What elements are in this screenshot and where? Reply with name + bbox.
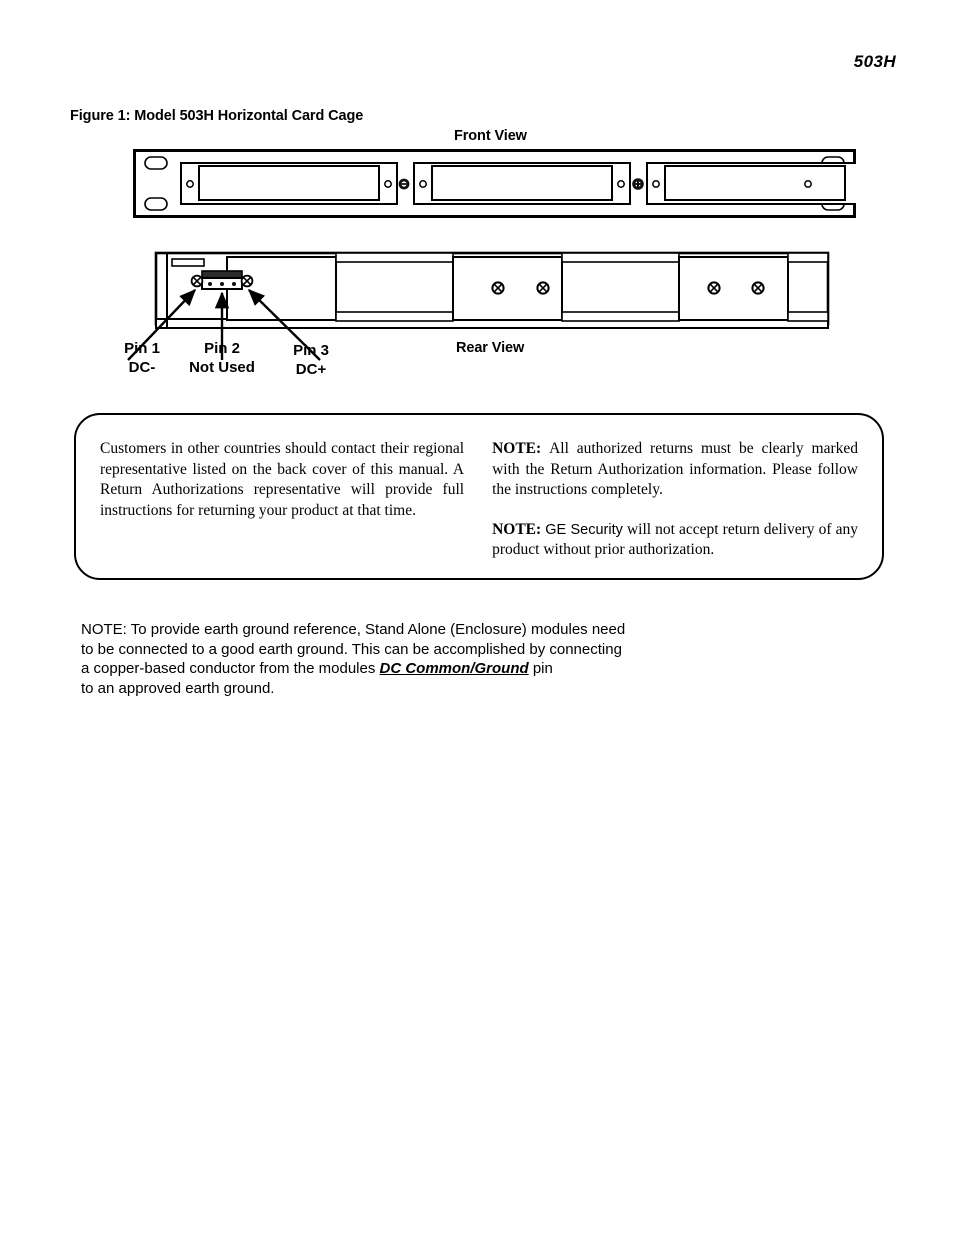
rear-id-label — [171, 258, 205, 267]
front-card-module-1 — [180, 162, 398, 205]
front-view-diagram — [133, 149, 856, 218]
callout-pin-2: Pin 2 Not Used — [176, 339, 268, 377]
note-text — [541, 440, 549, 457]
rear-bay-dividers — [226, 252, 829, 322]
callout-pin-1-function: DC- — [128, 359, 156, 376]
rear-panel-screw-icon — [707, 281, 721, 295]
terminal-pin-1 — [208, 282, 212, 286]
terminal-pin-3 — [232, 282, 236, 286]
faceplate-screw-hole — [384, 180, 392, 188]
return-note-item: NOTE: All authorized returns must be cle… — [492, 439, 858, 501]
callout-pin-2-function: Not Used — [189, 359, 255, 376]
front-card-module-3 — [646, 162, 856, 205]
terminal-screw-right — [240, 274, 254, 288]
captive-screw-icon — [632, 178, 644, 190]
brand-name: GE Security — [545, 521, 623, 538]
callout-pin-1-name: Pin 1 — [124, 340, 160, 357]
mounting-slot-bottom-left — [144, 197, 168, 211]
figure-caption: Figure 1: Model 503H Horizontal Card Cag… — [70, 108, 364, 124]
callout-pin-3-function: DC+ — [295, 361, 327, 378]
earth-ground-note: NOTE: To provide earth ground reference,… — [81, 620, 721, 698]
faceplate-screw-hole — [617, 180, 625, 188]
faceplate-screw-hole — [419, 180, 427, 188]
return-note-item: NOTE: GE Security will not accept return… — [492, 520, 858, 561]
ground-note-line-2: to be connected to a good earth ground. … — [81, 640, 622, 658]
callout-pin-3-name: Pin 3 — [293, 342, 329, 359]
rear-panel-screw-icon — [536, 281, 550, 295]
rear-panel-screw-icon — [491, 281, 505, 295]
ground-note-line-1: NOTE: To provide earth ground reference,… — [81, 621, 626, 638]
note-keyword: NOTE: — [492, 440, 542, 457]
rear-view-label: Rear View — [456, 340, 525, 356]
faceplate-screw-hole — [186, 180, 194, 188]
captive-screw-icon — [398, 178, 410, 190]
callout-pin-2-name: Pin 2 — [204, 340, 240, 357]
return-note-left-column: Customers in other countries should cont… — [100, 439, 464, 561]
return-note-right-column: NOTE: All authorized returns must be cle… — [492, 439, 858, 561]
front-view-drawing — [133, 149, 856, 218]
faceplate-screw-hole — [652, 180, 660, 188]
ground-note-line-3-before: a copper-based conductor from the module… — [81, 660, 380, 677]
terminal-screw-left — [190, 274, 204, 288]
rear-panel-screw-icon — [751, 281, 765, 295]
front-card-module-2 — [413, 162, 631, 205]
return-note-paragraph: Customers in other countries should cont… — [100, 440, 465, 519]
return-authorization-note-box: Customers in other countries should cont… — [74, 413, 884, 580]
terminal-pin-2 — [220, 282, 224, 286]
note-keyword: NOTE: — [492, 520, 542, 538]
ground-note-line-3: a copper-based conductor from the module… — [81, 659, 721, 679]
faceplate-screw-hole — [804, 180, 812, 188]
ground-note-line-4: to an approved earth ground. — [81, 679, 275, 697]
ground-note-emphasis: DC Common/Ground — [379, 660, 529, 677]
mounting-slot-top-left — [144, 156, 168, 170]
ground-note-line-3-after: pin — [528, 660, 553, 677]
callout-pin-3: Pin 3 DC+ — [272, 341, 350, 379]
front-view-label: Front View — [454, 128, 527, 144]
running-header: 503H — [853, 52, 896, 71]
callout-pin-1: Pin 1 DC- — [106, 339, 178, 377]
